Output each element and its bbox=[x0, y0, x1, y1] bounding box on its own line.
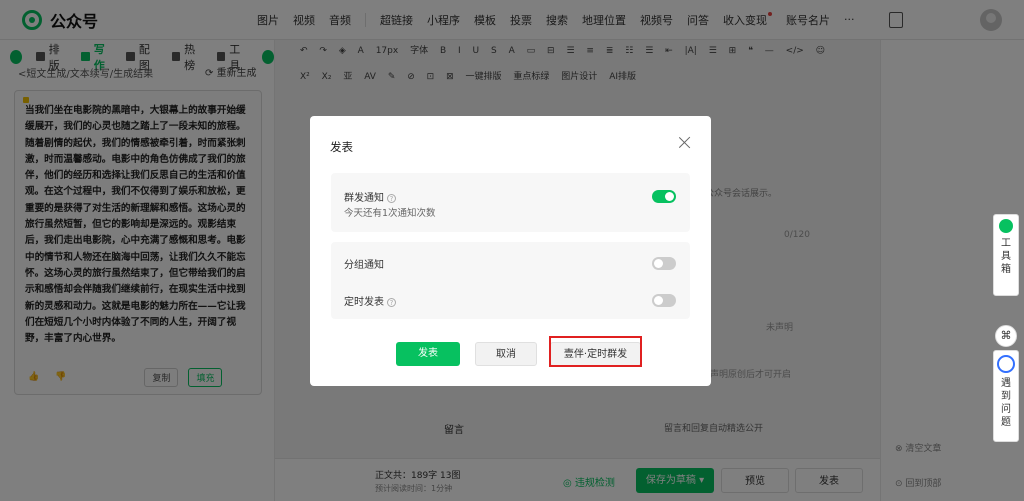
help-icon[interactable]: ? bbox=[387, 193, 396, 203]
highlight-box bbox=[549, 336, 642, 367]
options-section: 分组通知 定时发表? bbox=[331, 242, 690, 319]
mass-notify-section: 群发通知? 今天还有1次通知次数 bbox=[331, 173, 690, 232]
toolbox-label: 工具箱 bbox=[1001, 238, 1011, 275]
publish-dialog: 发表 群发通知? 今天还有1次通知次数 分组通知 定时发表? 发表 取消 壹伴·… bbox=[310, 116, 711, 386]
label-text: 群发通知 bbox=[344, 193, 384, 204]
scheduled-publish-label: 定时发表? bbox=[344, 293, 396, 308]
confirm-publish-button[interactable]: 发表 bbox=[396, 342, 460, 366]
label-text: 定时发表 bbox=[344, 297, 384, 308]
group-notify-label: 分组通知 bbox=[344, 260, 384, 271]
dialog-title: 发表 bbox=[330, 140, 353, 154]
toolbox-widget[interactable]: 工具箱 bbox=[993, 214, 1019, 296]
close-icon[interactable] bbox=[678, 136, 691, 149]
command-icon[interactable]: ⌘ bbox=[995, 325, 1017, 347]
group-notify-toggle[interactable] bbox=[652, 257, 676, 270]
mass-notify-label: 群发通知? bbox=[344, 189, 396, 204]
help-widget[interactable]: 遇到问题 bbox=[993, 350, 1019, 442]
assistant-face-icon bbox=[997, 355, 1015, 373]
scheduled-publish-toggle[interactable] bbox=[652, 294, 676, 307]
help-icon[interactable]: ? bbox=[387, 297, 396, 307]
notify-remaining: 今天还有1次通知次数 bbox=[344, 208, 436, 219]
mass-notify-toggle[interactable] bbox=[652, 190, 676, 203]
help-label: 遇到问题 bbox=[1001, 378, 1011, 428]
cancel-button[interactable]: 取消 bbox=[475, 342, 537, 366]
toolbox-logo-icon bbox=[999, 219, 1013, 233]
